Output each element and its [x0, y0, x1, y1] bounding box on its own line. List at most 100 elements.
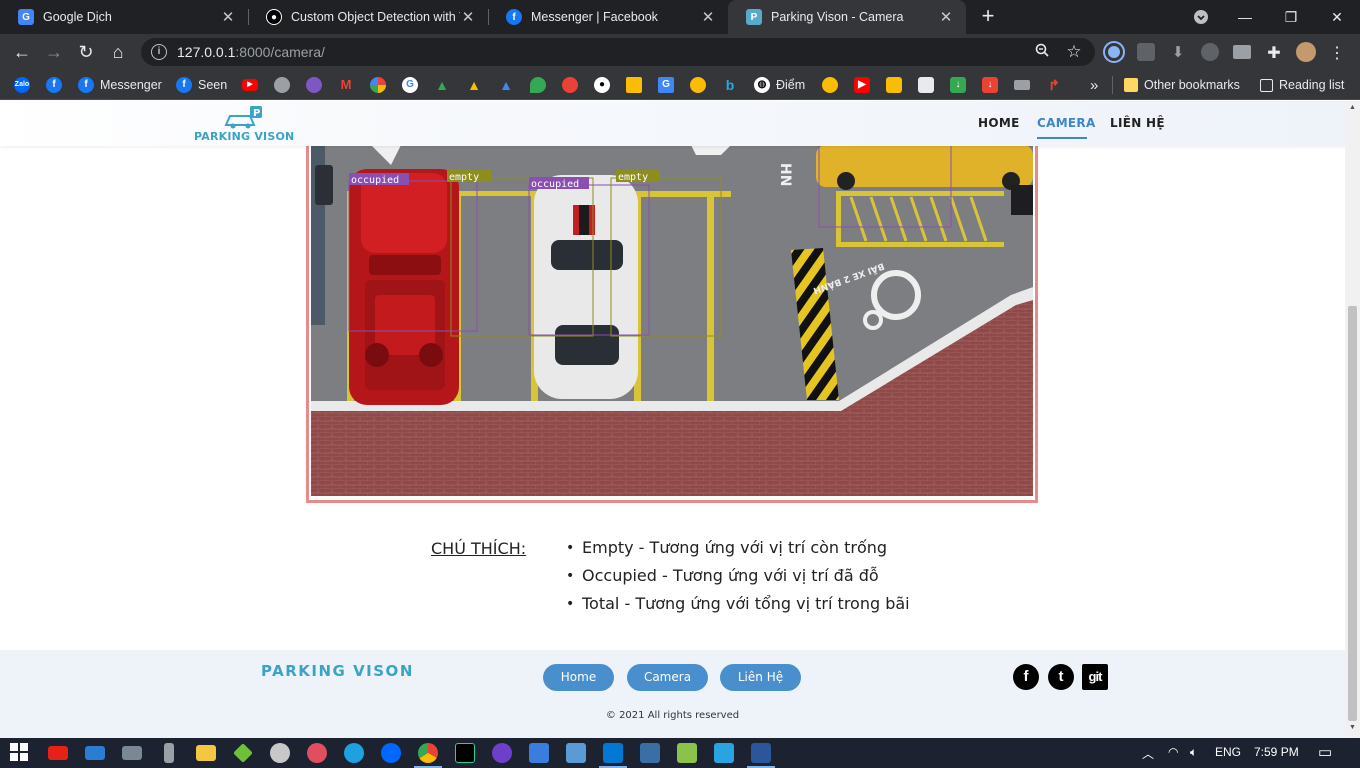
scrollbar-thumb[interactable] — [1348, 306, 1357, 721]
volume-icon[interactable]: 🔈︎ — [1190, 745, 1197, 760]
extensions-puzzle-icon[interactable]: ✚ — [1265, 43, 1283, 62]
windows-start-icon[interactable] — [10, 743, 30, 763]
zoom-icon[interactable] — [1033, 43, 1051, 61]
close-icon[interactable]: ✕ — [460, 8, 476, 26]
app-icon[interactable] — [307, 743, 327, 763]
close-window-icon[interactable]: ✕ — [1314, 0, 1360, 34]
close-icon[interactable]: ✕ — [938, 8, 954, 26]
bookmark-item[interactable] — [306, 77, 322, 93]
github-desktop-icon[interactable] — [492, 743, 512, 763]
bookmark-facebook[interactable]: f — [46, 77, 62, 93]
bookmark-item[interactable] — [274, 77, 290, 93]
footer-logo[interactable]: PARKING VISON — [261, 662, 414, 680]
bookmark-star-icon[interactable]: ☆ — [1065, 42, 1083, 62]
wifi-icon[interactable]: ◠ — [1168, 745, 1178, 759]
scroll-down-icon[interactable]: ▼ — [1348, 724, 1357, 731]
bookmark-youtube[interactable]: ▶ — [854, 77, 870, 93]
nav-contact[interactable]: LIÊN HỆ — [1110, 116, 1165, 130]
minimize-icon[interactable]: — — [1222, 0, 1268, 34]
bookmark-item[interactable] — [886, 77, 902, 93]
restore-icon[interactable]: ❐ — [1268, 0, 1314, 34]
profile-avatar[interactable] — [1296, 42, 1316, 62]
extension-icon[interactable] — [1137, 43, 1155, 61]
site-info-icon[interactable]: i — [151, 44, 167, 60]
tab-google-dich[interactable]: G Google Dịch ✕ — [0, 0, 248, 34]
bookmark-other[interactable]: Other bookmarks — [1124, 77, 1240, 93]
bookmark-item[interactable] — [918, 77, 934, 93]
bookmark-item[interactable] — [690, 77, 706, 93]
footer-camera-button[interactable]: Camera — [627, 664, 708, 691]
bookmark-drive[interactable]: ▲ — [498, 77, 514, 93]
nav-camera[interactable]: CAMERA — [1037, 116, 1096, 130]
tab-messenger[interactable]: f Messenger | Facebook ✕ — [488, 0, 728, 34]
address-bar[interactable]: i 127.0.0.1:8000/camera/ ☆ — [141, 38, 1095, 66]
extension-icon[interactable] — [1201, 43, 1219, 61]
new-tab-button[interactable]: + — [976, 4, 1000, 28]
git-icon[interactable]: git — [1082, 664, 1108, 690]
app-icon[interactable] — [714, 743, 734, 763]
chrome-icon[interactable] — [414, 743, 442, 768]
nav-home[interactable]: HOME — [978, 116, 1020, 130]
bookmark-gmail[interactable]: M — [338, 77, 354, 93]
bookmark-item[interactable] — [822, 77, 838, 93]
twitter-icon[interactable]: t — [1048, 664, 1074, 690]
notifications-icon[interactable]: ▭ — [1318, 743, 1332, 761]
footer-home-button[interactable]: Home — [543, 664, 614, 691]
bookmark-zalo[interactable]: Zalo — [14, 77, 30, 93]
bookmark-diem[interactable]: ◍ Điểm — [754, 77, 805, 93]
app-icon[interactable] — [677, 743, 697, 763]
bookmark-photos[interactable] — [370, 77, 386, 93]
download-extension-icon[interactable]: ⬇ — [1169, 43, 1187, 61]
app-icon[interactable] — [529, 743, 549, 763]
bookmark-messenger[interactable]: f Messenger — [78, 77, 162, 93]
app-icon[interactable] — [164, 743, 174, 763]
bookmark-maps[interactable] — [530, 77, 546, 93]
vscode-icon[interactable] — [599, 743, 627, 768]
bookmark-translate[interactable]: G — [658, 77, 674, 93]
mail-app-icon[interactable] — [85, 746, 105, 760]
menu-dots-icon[interactable]: ⋮ — [1328, 43, 1346, 62]
app-icon[interactable] — [233, 743, 253, 763]
more-bookmarks-button[interactable]: » — [1090, 77, 1098, 94]
home-icon[interactable]: ⌂ — [106, 40, 130, 64]
app-icon[interactable] — [122, 746, 142, 760]
reading-list-button[interactable]: Reading list — [1260, 77, 1344, 93]
close-icon[interactable]: ✕ — [220, 8, 236, 26]
bookmark-item[interactable] — [1014, 77, 1030, 93]
app-icon[interactable] — [270, 743, 290, 763]
bookmark-seen[interactable]: f Seen — [176, 77, 227, 93]
scroll-up-icon[interactable]: ▲ — [1348, 104, 1357, 111]
input-language[interactable]: ENG — [1215, 745, 1241, 759]
bookmark-drive[interactable]: ▲ — [434, 77, 450, 93]
bookmark-youtube[interactable]: ▶ — [242, 77, 258, 93]
page-scrollbar[interactable]: ▲ ▼ — [1345, 101, 1360, 738]
reload-icon[interactable]: ↻ — [74, 40, 98, 64]
tab-custom-object-detection[interactable]: ● Custom Object Detection with YC ✕ — [248, 0, 488, 34]
extension-icon[interactable] — [1105, 43, 1123, 61]
facebook-icon[interactable]: f — [1013, 664, 1039, 690]
bookmark-github[interactable]: ● — [594, 77, 610, 93]
bookmark-bing[interactable]: b — [722, 77, 738, 93]
bookmark-item[interactable]: ↱ — [1046, 77, 1062, 93]
forward-icon[interactable]: → — [42, 40, 66, 64]
close-icon[interactable]: ✕ — [700, 8, 716, 26]
bookmark-item[interactable] — [562, 77, 578, 93]
bookmark-item[interactable]: ↓ — [982, 77, 998, 93]
pycharm-icon[interactable] — [455, 743, 475, 763]
clock[interactable]: 7:59 PM — [1254, 745, 1299, 759]
tab-search-icon[interactable] — [1178, 0, 1224, 34]
edge-icon[interactable] — [344, 743, 364, 763]
word-icon[interactable] — [747, 743, 775, 768]
footer-contact-button[interactable]: Liên Hệ — [720, 664, 801, 691]
zalo-app-icon[interactable] — [381, 743, 401, 763]
bookmark-item[interactable] — [626, 77, 642, 93]
back-icon[interactable]: ← — [10, 40, 34, 64]
bookmark-google[interactable]: G — [402, 77, 418, 93]
app-icon[interactable] — [640, 743, 660, 763]
youtube-app-icon[interactable] — [48, 746, 68, 760]
show-hidden-icons-icon[interactable]: ︿ — [1142, 745, 1154, 762]
bookmark-item[interactable]: ↓ — [950, 77, 966, 93]
app-icon[interactable] — [566, 743, 586, 763]
file-explorer-icon[interactable] — [196, 745, 216, 761]
extension-icon[interactable] — [1233, 45, 1251, 59]
